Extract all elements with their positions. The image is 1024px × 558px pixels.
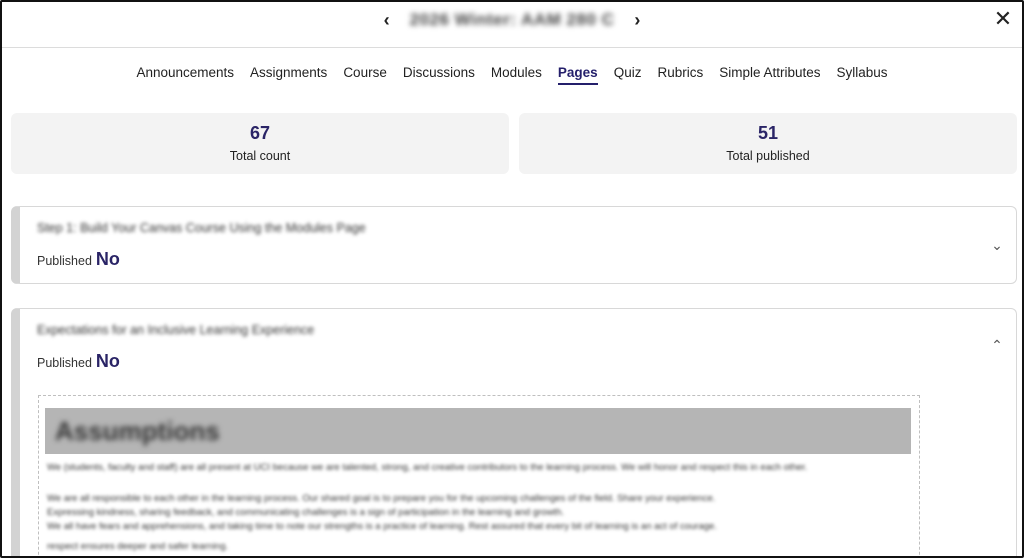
content-line: We (students, faculty and staff) are all… <box>47 462 808 473</box>
tab-course[interactable]: Course <box>343 65 387 85</box>
content-line: Expressing kindness, sharing feedback, a… <box>47 507 564 518</box>
page-card-expanded[interactable]: Expectations for an Inclusive Learning E… <box>11 308 1017 556</box>
top-header: ‹ 2026 Winter: AAM 280 C › ✕ <box>2 2 1022 48</box>
published-label: Published <box>37 356 92 370</box>
page-title: Step 1: Build Your Canvas Course Using t… <box>37 221 366 235</box>
published-status: Published No <box>37 249 120 270</box>
chevron-left-icon[interactable]: ‹ <box>378 10 396 30</box>
tab-pages[interactable]: Pages <box>557 65 598 85</box>
stat-total-published-value: 51 <box>757 123 779 143</box>
stat-total-count-label: Total count <box>229 149 291 163</box>
close-icon[interactable]: ✕ <box>992 8 1014 30</box>
chevron-down-icon[interactable]: ⌄ <box>988 237 1006 255</box>
content-line: respect ensures deeper and safer learnin… <box>47 541 229 552</box>
stat-total-published: 51 Total published <box>519 113 1017 174</box>
tab-rubrics[interactable]: Rubrics <box>657 65 703 85</box>
app-frame: ‹ 2026 Winter: AAM 280 C › ✕ Announcemen… <box>0 0 1024 558</box>
course-title: 2026 Winter: AAM 280 C <box>409 10 615 29</box>
tab-bar: Announcements Assignments Course Discuss… <box>2 65 1022 85</box>
content-line: We all have fears and apprehensions, and… <box>47 521 717 532</box>
content-heading-banner: Assumptions <box>45 408 911 454</box>
stat-total-count: 67 Total count <box>11 113 509 174</box>
chevron-right-icon[interactable]: › <box>628 10 646 30</box>
tab-discussions[interactable]: Discussions <box>403 65 475 85</box>
published-value: No <box>95 351 120 371</box>
course-switcher: ‹ 2026 Winter: AAM 280 C › <box>2 10 1022 30</box>
page-card[interactable]: Step 1: Build Your Canvas Course Using t… <box>11 206 1017 284</box>
tab-announcements[interactable]: Announcements <box>136 65 234 85</box>
content-heading: Assumptions <box>55 416 220 446</box>
tab-modules[interactable]: Modules <box>491 65 542 85</box>
content-line: We are all responsible to each other in … <box>47 493 716 504</box>
tab-assignments[interactable]: Assignments <box>250 65 327 85</box>
stats-row: 67 Total count 51 Total published <box>11 113 1017 174</box>
tab-simple-attributes[interactable]: Simple Attributes <box>719 65 820 85</box>
tab-syllabus[interactable]: Syllabus <box>837 65 888 85</box>
published-status: Published No <box>37 351 120 372</box>
stat-total-published-label: Total published <box>726 149 810 163</box>
tab-quiz[interactable]: Quiz <box>614 65 642 85</box>
stat-total-count-value: 67 <box>249 123 271 143</box>
published-value: No <box>95 249 120 269</box>
published-label: Published <box>37 254 92 268</box>
page-title: Expectations for an Inclusive Learning E… <box>37 323 315 337</box>
page-content-preview: Assumptions We (students, faculty and st… <box>38 395 920 556</box>
chevron-up-icon[interactable]: ⌃ <box>988 337 1006 355</box>
